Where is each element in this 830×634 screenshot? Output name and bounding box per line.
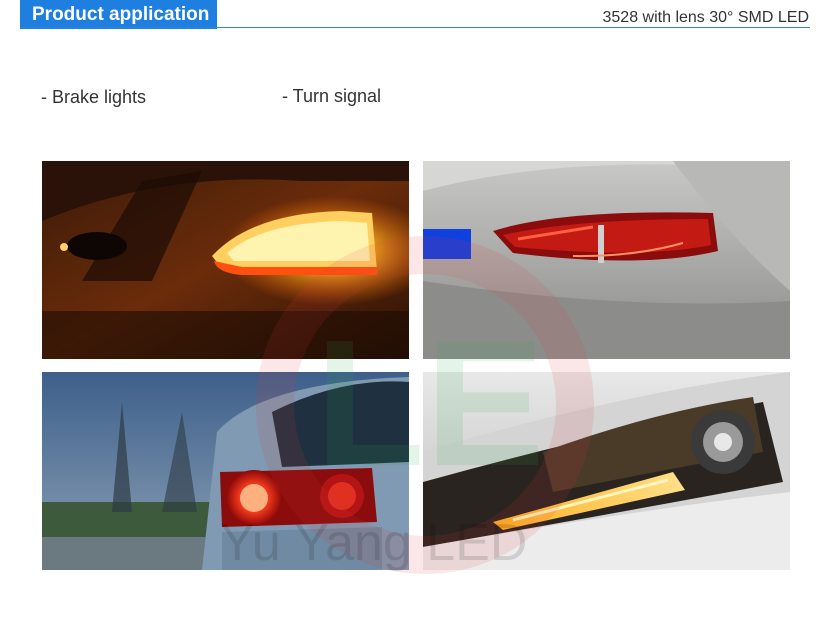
photo-car-rear-round-taillights [42, 372, 409, 570]
header-divider [20, 27, 810, 28]
application-label-brake: - Brake lights [41, 87, 147, 107]
section-title: Product application [20, 0, 217, 29]
application-label-turn: - Turn signal [282, 86, 382, 106]
photo-car-front-amber-drl [423, 372, 790, 570]
photo-car-side-amber-taillight [42, 161, 409, 359]
photo-car-rear-red-taillight [423, 161, 790, 359]
product-spec: 3528 with lens 30° SMD LED [602, 9, 810, 26]
